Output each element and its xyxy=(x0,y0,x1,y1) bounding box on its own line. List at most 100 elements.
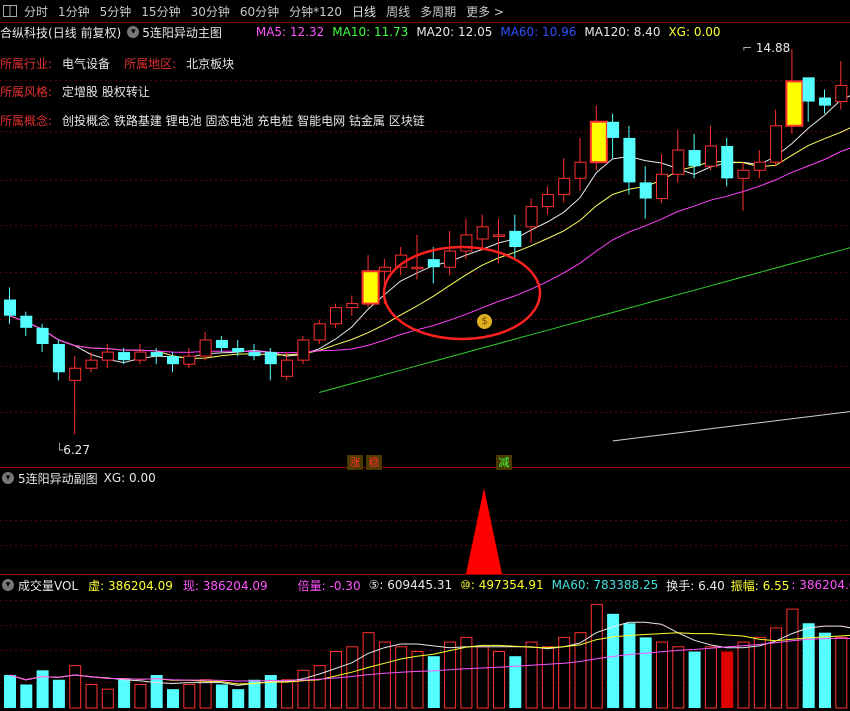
industry-value: 电气设备 xyxy=(62,56,111,71)
candle-down xyxy=(623,137,636,183)
candle-limit-up xyxy=(589,120,608,164)
industry-row: 所属行业: 电气设备 所属地区: 北京板块 xyxy=(0,54,248,72)
region-value: 北京板块 xyxy=(186,56,235,71)
price-chart[interactable] xyxy=(0,0,850,711)
volume-bar-down xyxy=(118,679,131,708)
candle-down xyxy=(688,150,701,167)
candle-up xyxy=(737,169,750,179)
candle-up xyxy=(297,339,310,361)
volume-bar-down xyxy=(215,684,228,708)
signal-jian: 减 xyxy=(496,455,512,470)
candle-down xyxy=(248,352,261,357)
volume-bar-up xyxy=(69,665,82,709)
candle-down xyxy=(639,182,652,199)
candle-up xyxy=(411,266,424,270)
candle-up xyxy=(134,351,147,361)
candle-up xyxy=(525,206,538,228)
candle-up xyxy=(835,84,848,103)
ma5-line xyxy=(9,95,850,364)
vol-extra: : 386204.09 xyxy=(791,578,850,592)
ma120-line xyxy=(612,411,850,442)
volume-bar-down xyxy=(802,623,815,708)
sub-dropdown-icon[interactable]: ▾ xyxy=(2,472,14,484)
volume-bar-up xyxy=(411,651,424,709)
concept-label: 所属概念: xyxy=(0,113,53,128)
volume-bar-down xyxy=(819,632,831,708)
candle-down xyxy=(232,348,245,353)
candle-down xyxy=(4,299,16,316)
volume-bar-down xyxy=(4,675,16,708)
candle-down xyxy=(118,352,131,361)
candle-up xyxy=(101,351,114,361)
signal-zhang: 涨 xyxy=(347,455,363,470)
candle-down xyxy=(427,259,440,268)
volume-bar-down xyxy=(52,679,65,708)
low-price-label: └6.27 xyxy=(56,443,90,457)
candle-down xyxy=(607,121,620,138)
candle-down xyxy=(802,77,815,102)
volume-bar-up xyxy=(134,683,147,709)
volume-bar-down xyxy=(639,637,652,708)
style-label: 所属风格: xyxy=(0,84,53,99)
volume-bar-up xyxy=(378,641,391,709)
volume-bar-up xyxy=(346,646,359,709)
candle-up xyxy=(558,177,571,195)
candle-down xyxy=(264,352,277,365)
high-price-label: ⌐ 14.88 xyxy=(742,41,791,55)
candle-up xyxy=(672,149,685,175)
candle-up xyxy=(541,193,554,208)
region-label: 所属地区: xyxy=(124,56,177,71)
sub-indicator-header: ▾ 5连阳异动副图 XG: 0.00 xyxy=(0,470,156,486)
candle-up xyxy=(69,367,82,381)
volume-bar-up xyxy=(493,651,505,709)
volume-bar-up xyxy=(183,683,196,709)
volume-bar-up xyxy=(590,603,603,709)
volume-bar-up xyxy=(444,641,457,709)
money-bag-icon[interactable]: $ xyxy=(477,314,492,329)
volume-bar-up xyxy=(476,646,489,709)
vol-ma5: ⑤: 609445.31 xyxy=(368,578,453,592)
concept-value: 创投概念 铁路基建 锂电池 固态电池 充电桩 智能电网 钴金属 区块链 xyxy=(62,113,425,128)
candle-up xyxy=(656,173,668,200)
style-row: 所属风格: 定增股 股权转让 xyxy=(0,82,164,100)
candle-up xyxy=(346,303,359,309)
concept-row: 所属概念: 创投概念 铁路基建 锂电池 固态电池 充电桩 智能电网 钴金属 区块… xyxy=(0,111,439,129)
candle-up xyxy=(85,359,98,369)
vol-amplitude: 振幅: 6.55 xyxy=(730,578,790,593)
volume-bar-highlight xyxy=(721,651,734,708)
vol-ratio: 倍量: -0.30 xyxy=(297,578,361,593)
signal-wen: 稳 xyxy=(366,455,382,470)
volume-header: ▾ 成交量VOL 虚: 386204.09 现: 386204.09 倍量: -… xyxy=(0,577,850,593)
volume-bar-up xyxy=(541,646,554,709)
candle-up xyxy=(330,307,342,325)
highlight-ellipse xyxy=(382,245,542,341)
industry-label: 所属行业: xyxy=(0,56,53,71)
volume-bar-down xyxy=(150,675,163,708)
volume-bar-up xyxy=(786,608,799,709)
candle-up xyxy=(704,145,717,167)
volume-bar-down xyxy=(36,670,49,708)
candle-up xyxy=(574,161,587,179)
candle-up xyxy=(378,266,391,272)
candle-up xyxy=(444,250,457,268)
volume-title[interactable]: 成交量VOL xyxy=(18,577,78,594)
volume-bar-up xyxy=(737,641,750,709)
signal-triangle xyxy=(466,488,502,574)
sub-indicator-title[interactable]: 5连阳异动副图 xyxy=(18,470,98,487)
volume-bar-down xyxy=(232,689,245,708)
vol-dropdown-icon[interactable]: ▾ xyxy=(2,579,14,591)
candle-limit-up xyxy=(361,270,380,305)
candle-up xyxy=(770,125,783,163)
vol-turnover: 换手: 6.40 xyxy=(666,578,725,593)
volume-bar-up xyxy=(835,636,848,709)
candle-up xyxy=(313,323,326,341)
volume-bar-up xyxy=(558,636,571,709)
volume-bar-up xyxy=(395,646,408,709)
candle-up xyxy=(493,234,505,237)
sub-xg-value: XG: 0.00 xyxy=(103,471,156,485)
volume-bar-up xyxy=(281,679,294,709)
candle-up xyxy=(281,359,294,377)
candle-down xyxy=(167,356,179,365)
volume-bar-down xyxy=(688,651,701,708)
volume-bar-down xyxy=(167,689,179,708)
